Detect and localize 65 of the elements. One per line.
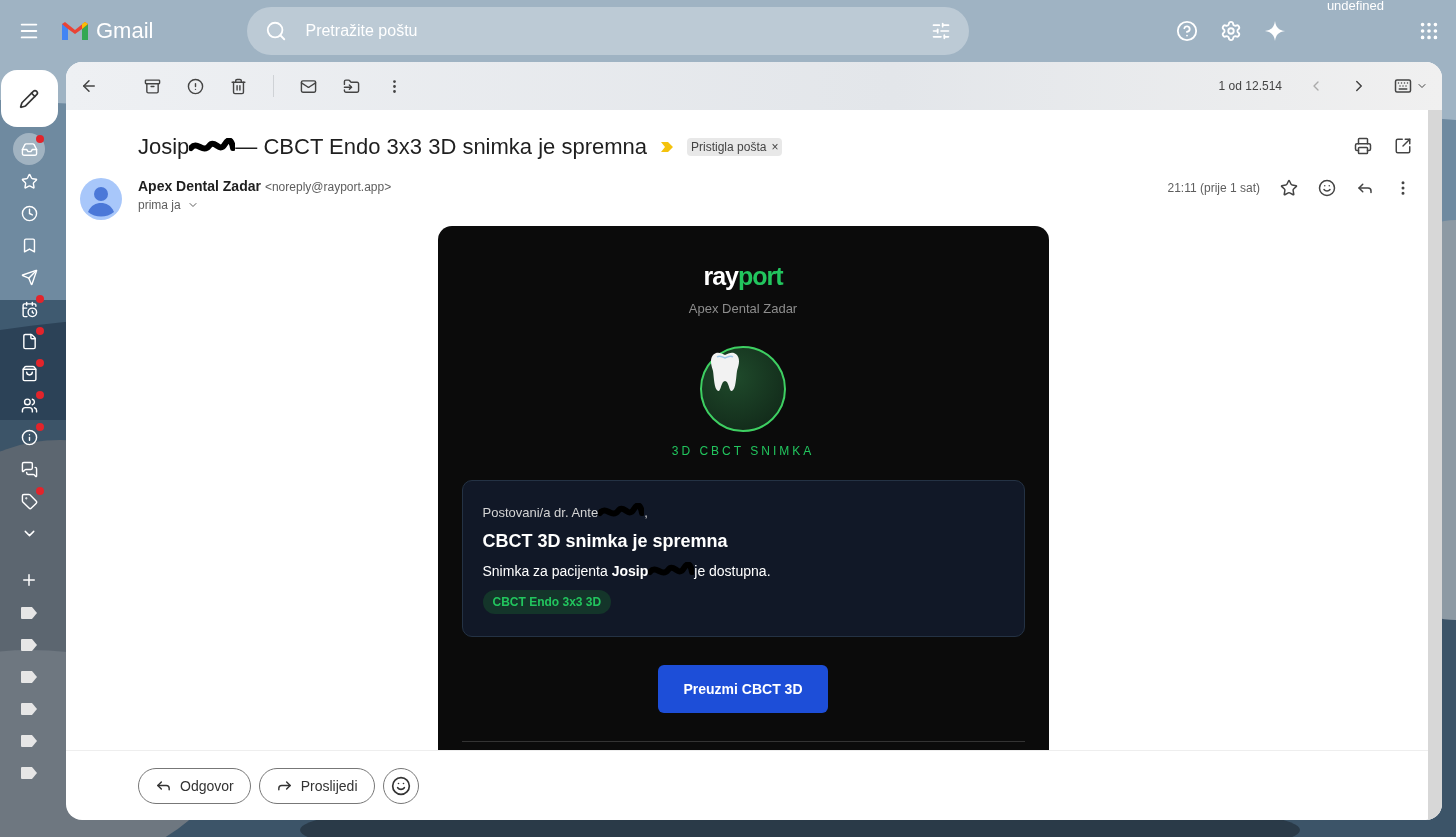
clock-icon (20, 204, 38, 222)
star-icon[interactable] (1280, 179, 1298, 197)
back-icon[interactable] (80, 77, 98, 95)
pencil-icon (19, 88, 39, 109)
emoji-icon[interactable] (1318, 179, 1336, 197)
clinic-name: Apex Dental Zadar (688, 301, 798, 316)
label-icon[interactable] (21, 767, 37, 779)
pager-text: 1 od 12.514 (1218, 79, 1282, 93)
alert-icon[interactable] (187, 77, 204, 95)
download-button[interactable]: Preuzmi CBCT 3D (658, 665, 828, 713)
timestamp: 21:11 (prije 1 sat) (1167, 181, 1260, 195)
nav-item[interactable] (13, 133, 45, 165)
scan-tag: CBCT Endo 3x3 3D (482, 590, 612, 614)
archive-icon[interactable] (144, 77, 161, 95)
plus-icon (20, 571, 38, 589)
emoji-button[interactable] (382, 767, 419, 804)
send-icon (20, 268, 38, 286)
bag-icon (20, 364, 38, 382)
scrollbar[interactable] (1428, 110, 1442, 820)
label-icon[interactable] (21, 639, 37, 651)
reply-button[interactable]: Odgovor (138, 767, 251, 804)
folder-icon[interactable] (343, 77, 360, 95)
account-label: undefined (1326, 0, 1384, 13)
body-text: Snimka za pacijenta Josip (482, 563, 649, 579)
inbox-icon (20, 140, 38, 158)
keyboard-button[interactable] (1394, 77, 1428, 95)
label-icon[interactable] (21, 703, 37, 715)
star-icon (20, 172, 38, 190)
smiley-icon (390, 775, 411, 796)
mail-icon[interactable] (300, 77, 317, 95)
trash-icon[interactable] (230, 77, 247, 95)
label-icon[interactable] (21, 607, 37, 619)
chat-icon (20, 460, 38, 478)
label-icon[interactable] (21, 671, 37, 683)
search-field[interactable]: Pretražite poštu (247, 7, 970, 55)
brand-logo: rayport (703, 262, 783, 291)
label-icon[interactable] (21, 735, 37, 747)
tag-icon (20, 492, 38, 510)
open-new-window-icon[interactable] (1394, 137, 1412, 155)
remove-label-button[interactable]: × (771, 140, 779, 154)
caption-text: 3D CBCT SNIMKA (671, 444, 815, 458)
compose-button[interactable] (0, 70, 58, 127)
keyboard-icon (1394, 77, 1412, 95)
file-icon (20, 332, 38, 350)
people-icon (20, 396, 38, 414)
search-input[interactable]: Pretražite poštu (303, 21, 932, 41)
gmail-logo-icon (60, 20, 90, 42)
greeting-text: Postovani/a dr. Ante (482, 504, 599, 520)
label-text: Pristigla pošta (691, 140, 767, 154)
forward-button[interactable]: Proslijedi (258, 767, 375, 804)
calendar-clock-icon (20, 300, 38, 318)
subject-text: — CBCT Endo 3x3 3D snimka je spremna (235, 134, 647, 160)
tooth-icon (709, 351, 741, 393)
recipient-dropdown[interactable]: prima ja (138, 198, 392, 212)
heading-text: CBCT 3D snimka je spremna (482, 531, 729, 552)
sender-name: Apex Dental Zadar (138, 178, 261, 194)
body-text: je dostupna. (694, 563, 771, 579)
sender-email: <noreply@rayport.app> (264, 180, 392, 194)
avatar (80, 178, 122, 220)
create-label-button[interactable] (20, 571, 38, 589)
app-name: Gmail (96, 18, 154, 44)
print-icon[interactable] (1354, 137, 1372, 155)
comma-text: , (644, 504, 648, 520)
subject-text: Josip (138, 134, 190, 160)
info-icon (20, 428, 38, 446)
